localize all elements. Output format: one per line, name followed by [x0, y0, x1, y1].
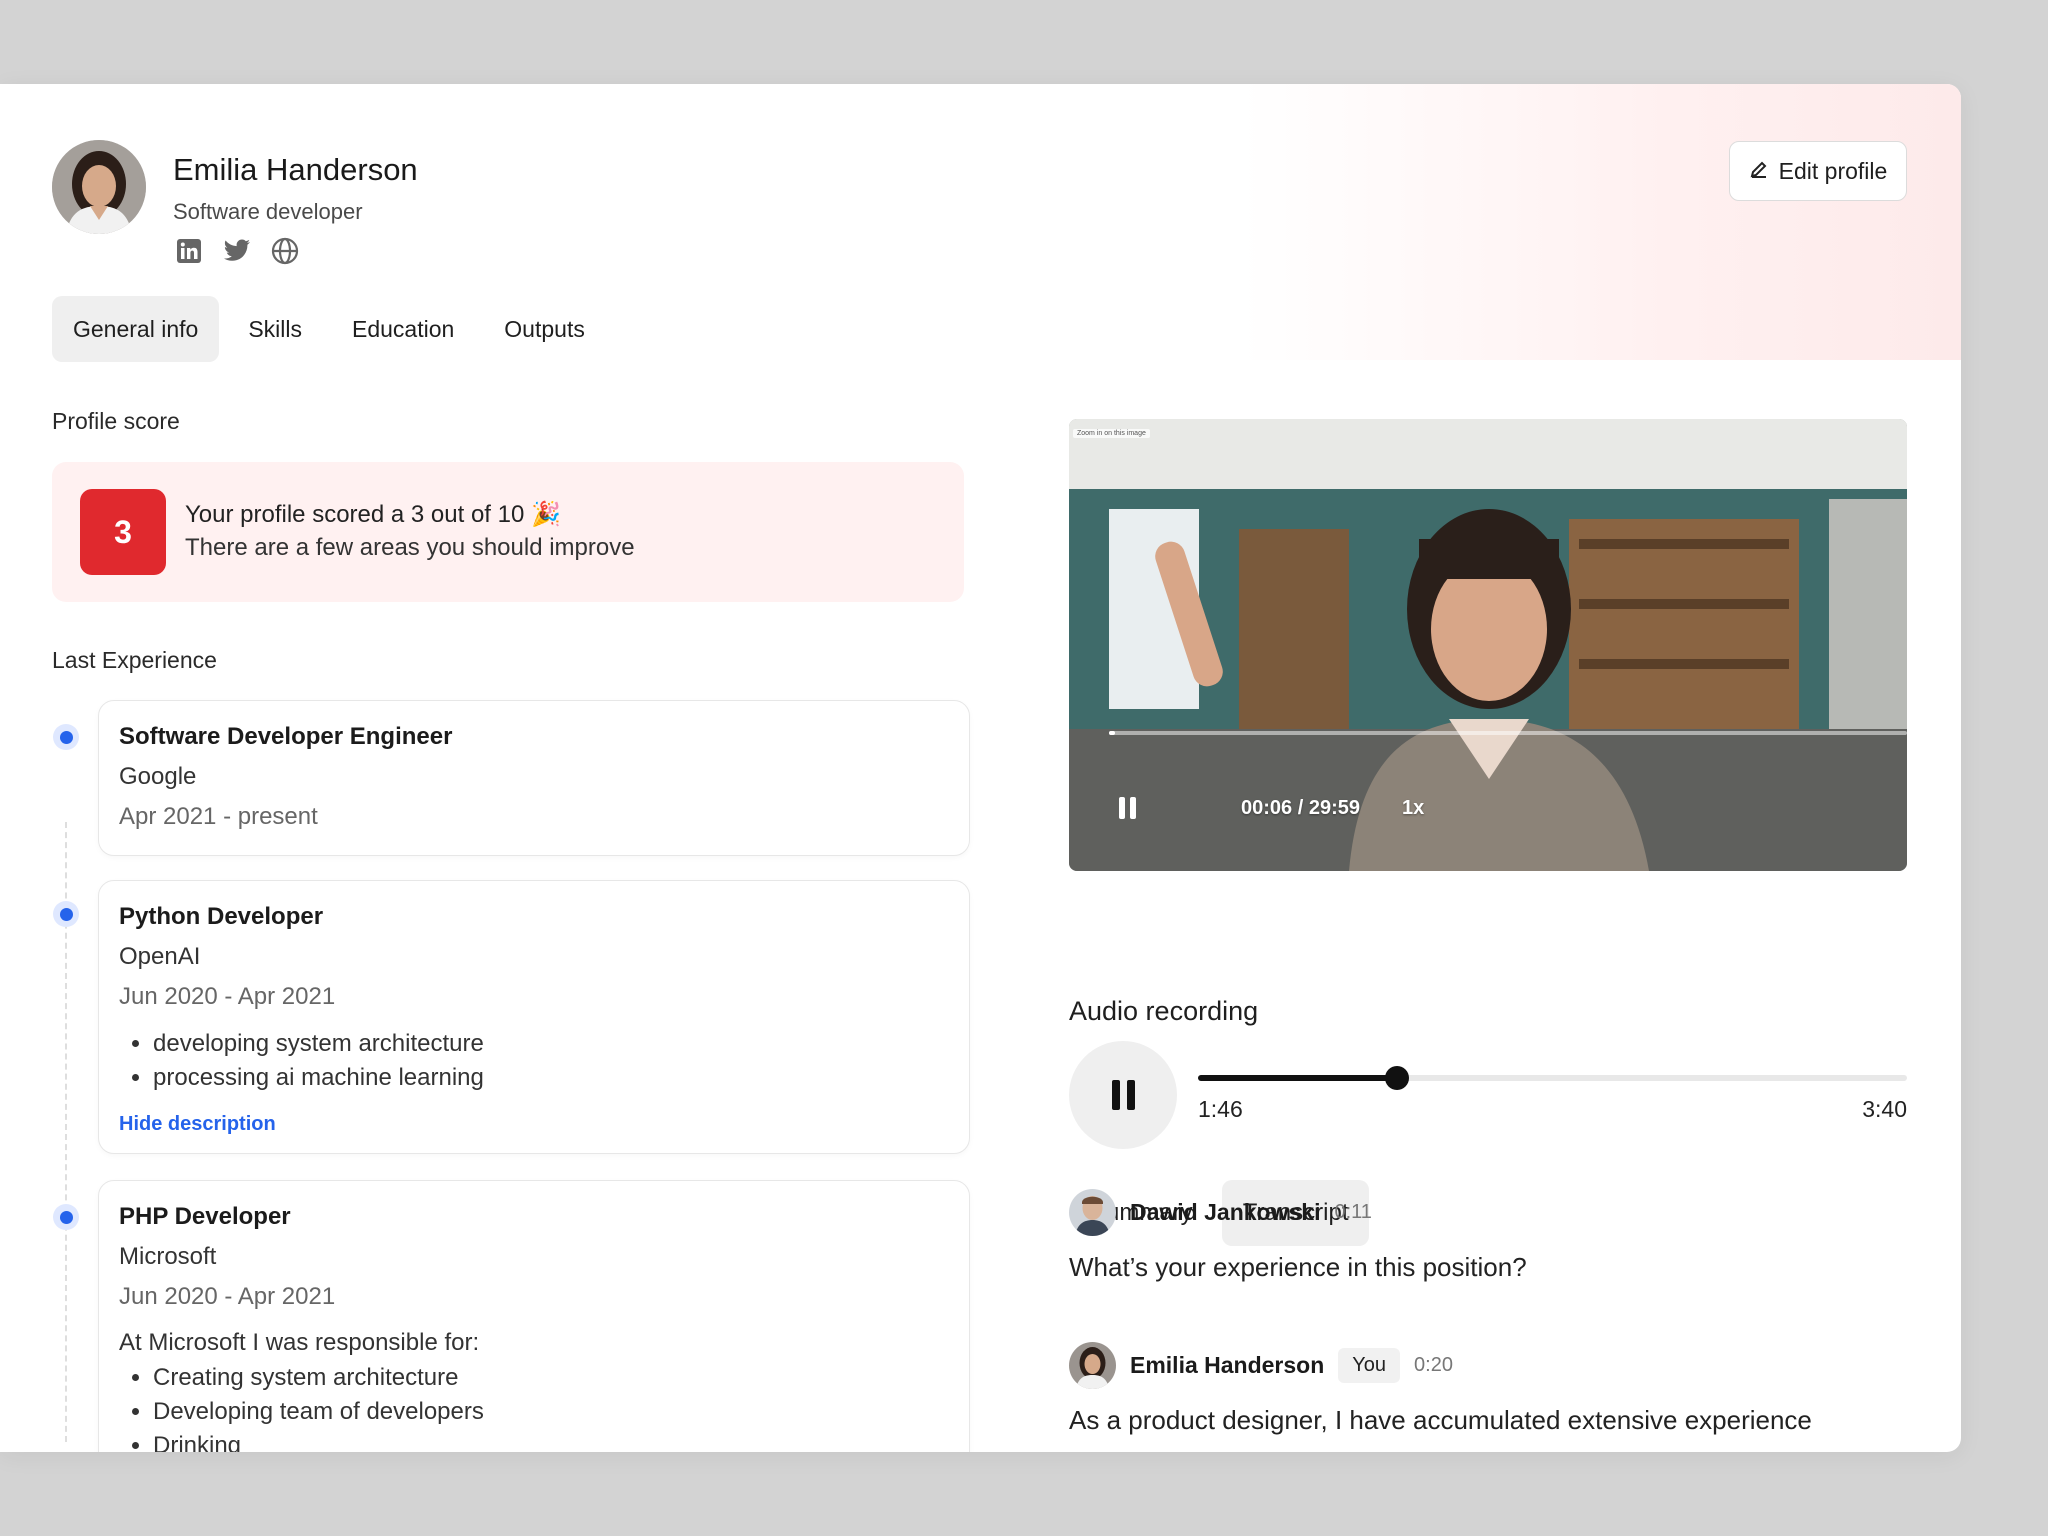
profile-tabs: General info Skills Education Outputs [52, 296, 606, 362]
video-speed-button[interactable]: 1x [1402, 797, 1424, 820]
experience-company: Microsoft [119, 1243, 217, 1270]
experience-dates: Apr 2021 - present [119, 803, 318, 830]
transcript-message-text: What’s your experience in this position? [1069, 1252, 1527, 1282]
experience-title: PHP Developer [119, 1203, 291, 1230]
avatar [52, 140, 146, 234]
edit-profile-button[interactable]: Edit profile [1729, 141, 1907, 201]
hide-description-link[interactable]: Hide description [119, 1113, 276, 1136]
globe-icon[interactable] [270, 236, 300, 266]
pause-icon [1111, 1080, 1120, 1110]
score-badge: 3 [80, 489, 166, 575]
profile-card: Emilia Handerson Software developer Edit… [0, 84, 1961, 1452]
audio-total-time: 3:40 [1862, 1096, 1907, 1122]
video-tag: Zoom in on this image [1073, 429, 1150, 438]
experience-bullets: developing system architecture processin… [153, 1027, 484, 1095]
list-item: Developing team of developers [153, 1395, 484, 1429]
header-gradient [1241, 84, 1961, 360]
audio-progress-fill [1198, 1075, 1397, 1081]
audio-recording-title: Audio recording [1069, 996, 1259, 1026]
experience-dates: Jun 2020 - Apr 2021 [119, 983, 336, 1010]
profile-name: Emilia Handerson [173, 152, 418, 187]
twitter-icon[interactable] [222, 236, 252, 266]
audio-current-time: 1:46 [1198, 1096, 1243, 1122]
experience-bullets: Creating system architecture Developing … [153, 1361, 484, 1452]
edit-profile-label: Edit profile [1778, 157, 1888, 184]
audio-pause-button[interactable] [1069, 1041, 1177, 1149]
experience-card: PHP Developer Microsoft Jun 2020 - Apr 2… [98, 1180, 970, 1452]
message-timestamp[interactable]: 0:11 [1334, 1201, 1371, 1224]
transcript-message-header: Emilia Handerson You 0:20 [1069, 1342, 1453, 1389]
avatar [1069, 1342, 1116, 1389]
avatar [1069, 1189, 1116, 1236]
audio-progress-handle[interactable] [1384, 1066, 1409, 1090]
profile-role: Software developer [173, 199, 363, 224]
experience-description: At Microsoft I was responsible for: [119, 1329, 480, 1356]
experience-company: Google [119, 763, 197, 790]
list-item: Creating system architecture [153, 1361, 484, 1395]
experience-company: OpenAI [119, 943, 201, 970]
video-frame [1069, 419, 1907, 871]
experience-dates: Jun 2020 - Apr 2021 [119, 1283, 336, 1310]
list-item: developing system architecture [153, 1027, 484, 1061]
score-hint: There are a few areas you should improve [185, 534, 635, 561]
profile-score-box: 3 Your profile scored a 3 out of 10 🎉 Th… [52, 462, 964, 602]
experience-card: Software Developer Engineer Google Apr 2… [98, 700, 970, 856]
social-links [174, 236, 300, 266]
timeline-dot [53, 724, 79, 750]
experience-title: Python Developer [119, 903, 324, 930]
tab-education[interactable]: Education [331, 296, 475, 362]
message-timestamp[interactable]: 0:20 [1414, 1354, 1453, 1377]
experience-card: Python Developer OpenAI Jun 2020 - Apr 2… [98, 880, 970, 1154]
video-player[interactable]: Zoom in on this image 00:06 / 29:59 1x [1069, 419, 1907, 871]
list-item: processing ai machine learning [153, 1061, 484, 1095]
linkedin-icon[interactable] [174, 236, 204, 266]
timeline-dot [53, 901, 79, 927]
experience-title: Software Developer Engineer [119, 723, 453, 750]
speaker-name: Emilia Handerson [1130, 1352, 1325, 1378]
video-time: 00:06 / 29:59 [1241, 797, 1360, 819]
list-item: Drinking [153, 1429, 484, 1452]
tab-skills[interactable]: Skills [227, 296, 323, 362]
speaker-name: Dawid Jankowski [1130, 1199, 1321, 1225]
timeline-dot [53, 1204, 79, 1230]
tab-outputs[interactable]: Outputs [483, 296, 606, 362]
video-pause-icon[interactable] [1119, 797, 1136, 819]
profile-score-heading: Profile score [52, 408, 180, 434]
video-progress-track[interactable] [1109, 731, 1907, 735]
tab-general-info[interactable]: General info [52, 296, 220, 362]
you-badge: You [1338, 1348, 1401, 1383]
pencil-icon [1749, 158, 1769, 185]
video-progress-fill [1109, 731, 1116, 735]
last-experience-heading: Last Experience [52, 647, 217, 673]
score-message: Your profile scored a 3 out of 10 🎉 [185, 501, 561, 528]
transcript-message-header: Dawid Jankowski 0:11 [1069, 1189, 1372, 1236]
transcript-message-text: As a product designer, I have accumulate… [1069, 1405, 1812, 1435]
